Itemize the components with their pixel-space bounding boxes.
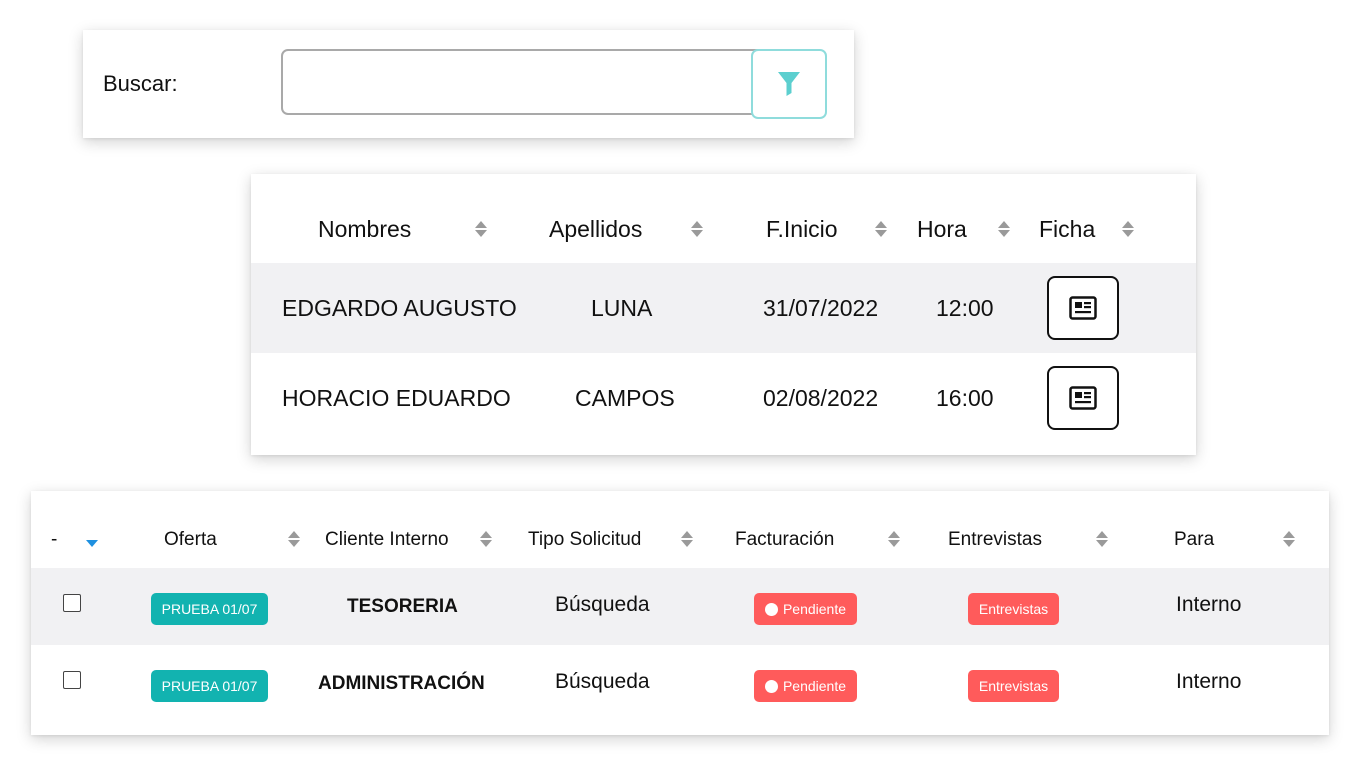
- facturacion-status-badge[interactable]: Pendiente: [754, 593, 857, 625]
- facturacion-status-badge[interactable]: Pendiente: [754, 670, 857, 702]
- sort-icon[interactable]: [875, 221, 887, 237]
- search-input[interactable]: [281, 49, 817, 115]
- filter-icon: [778, 72, 800, 96]
- table-row: PRUEBA 01/07 TESORERIA Búsqueda Pendient…: [31, 568, 1329, 645]
- table-row: EDGARDO AUGUSTO LUNA 31/07/2022 12:00: [251, 263, 1196, 353]
- status-dot-icon: [764, 603, 778, 616]
- cell-f-inicio: 02/08/2022: [763, 385, 879, 411]
- ficha-button[interactable]: [1047, 366, 1119, 430]
- column-header-cliente-interno[interactable]: Cliente Interno: [325, 529, 449, 551]
- cell-apellidos: CAMPOS: [575, 385, 675, 411]
- cell-nombres: EDGARDO AUGUSTO: [282, 295, 517, 321]
- id-card-icon: [1069, 296, 1097, 320]
- cell-para: Interno: [1176, 593, 1242, 616]
- sort-icon[interactable]: [888, 531, 900, 547]
- column-header-ficha[interactable]: Ficha: [1039, 216, 1095, 243]
- search-label: Buscar:: [103, 71, 178, 96]
- sort-icon[interactable]: [998, 221, 1010, 237]
- sort-icon[interactable]: [288, 531, 300, 547]
- column-header-entrevistas[interactable]: Entrevistas: [948, 529, 1042, 551]
- column-header-facturacion[interactable]: Facturación: [735, 529, 834, 551]
- column-header-f-inicio[interactable]: F.Inicio: [766, 216, 838, 243]
- status-dot-icon: [764, 680, 778, 693]
- cell-apellidos: LUNA: [591, 295, 653, 321]
- cell-cliente-interno: TESORERIA: [347, 596, 458, 617]
- sort-icon[interactable]: [691, 221, 703, 237]
- sort-icon[interactable]: [1122, 221, 1134, 237]
- ficha-button[interactable]: [1047, 276, 1119, 340]
- column-header-apellidos[interactable]: Apellidos: [549, 216, 642, 243]
- cell-hora: 16:00: [936, 385, 994, 411]
- column-header-nombres[interactable]: Nombres: [318, 216, 411, 243]
- sort-desc-icon[interactable]: [85, 539, 99, 548]
- row-checkbox[interactable]: [63, 671, 81, 689]
- facturacion-label: Pendiente: [782, 678, 847, 694]
- sort-icon[interactable]: [1283, 531, 1295, 547]
- filter-button[interactable]: [751, 49, 827, 119]
- entrevistas-badge[interactable]: Entrevistas: [968, 670, 1059, 702]
- table-row: PRUEBA 01/07 ADMINISTRACIÓN Búsqueda Pen…: [31, 645, 1329, 722]
- sort-icon[interactable]: [1096, 531, 1108, 547]
- sort-icon[interactable]: [480, 531, 492, 547]
- cell-hora: 12:00: [936, 295, 994, 321]
- offers-table: - Oferta Cliente Interno Tipo Solicitud …: [31, 491, 1329, 735]
- column-header-hora[interactable]: Hora: [917, 216, 967, 243]
- cell-f-inicio: 31/07/2022: [763, 295, 879, 321]
- sort-icon[interactable]: [475, 221, 487, 237]
- cell-tipo-solicitud: Búsqueda: [555, 593, 650, 616]
- search-panel: Buscar:: [83, 30, 854, 138]
- id-card-icon: [1069, 386, 1097, 410]
- cell-tipo-solicitud: Búsqueda: [555, 670, 650, 693]
- facturacion-label: Pendiente: [782, 601, 847, 617]
- row-checkbox[interactable]: [63, 594, 81, 612]
- column-header-select[interactable]: -: [51, 529, 57, 551]
- column-header-oferta[interactable]: Oferta: [164, 529, 217, 551]
- entrevistas-badge[interactable]: Entrevistas: [968, 593, 1059, 625]
- oferta-badge[interactable]: PRUEBA 01/07: [151, 593, 268, 625]
- oferta-badge[interactable]: PRUEBA 01/07: [151, 670, 268, 702]
- sort-icon[interactable]: [681, 531, 693, 547]
- column-header-para[interactable]: Para: [1174, 529, 1214, 551]
- cell-para: Interno: [1176, 670, 1242, 693]
- cell-cliente-interno: ADMINISTRACIÓN: [318, 673, 485, 694]
- column-header-tipo-solicitud[interactable]: Tipo Solicitud: [528, 529, 641, 551]
- table-row: HORACIO EDUARDO CAMPOS 02/08/2022 16:00: [251, 353, 1196, 443]
- cell-nombres: HORACIO EDUARDO: [282, 385, 511, 411]
- interviews-table: Nombres Apellidos F.Inicio Hora Ficha ED…: [251, 174, 1196, 455]
